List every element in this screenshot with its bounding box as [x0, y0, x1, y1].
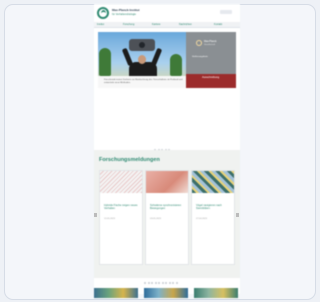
- carousel-dots: [154, 138, 172, 151]
- news-date: 27.04.2023: [196, 218, 207, 220]
- footer-image[interactable]: [94, 288, 138, 298]
- news-title[interactable]: Hybride Fische zeigen neues Verhalten: [104, 204, 139, 211]
- cta-label: Ausschreibung: [202, 76, 220, 79]
- carousel-dot[interactable]: [175, 282, 178, 284]
- carousel-dot[interactable]: [158, 282, 160, 284]
- side-org-sub: Gesellschaft: [204, 44, 216, 46]
- carousel-dot[interactable]: [151, 282, 153, 284]
- carousel-dot[interactable]: [144, 282, 146, 284]
- carousel-dot[interactable]: [147, 282, 150, 284]
- cta-button[interactable]: Ausschreibung: [186, 74, 236, 88]
- news-card[interactable]: Hybride Fische zeigen neues Verhalten 12…: [99, 170, 143, 265]
- hero-banner: Max-Planck Gesellschaft Stellenangebote …: [98, 32, 236, 88]
- hero-side-panel: Max-Planck Gesellschaft Stellenangebote …: [186, 32, 236, 88]
- site-header: Max-Planck-Institut für Verhaltensbiolog…: [94, 4, 240, 22]
- news-section: Forschungsmeldungen Hybride Fische zeige…: [94, 150, 240, 284]
- tree-shape: [99, 48, 111, 76]
- person-head: [138, 55, 146, 64]
- news-title[interactable]: Vögel navigieren nach Sternbildern: [196, 204, 231, 211]
- web-page: Max-Planck-Institut für Verhaltensbiolog…: [94, 4, 240, 294]
- news-card[interactable]: Schwärme synchronisieren Bewegungen 03.0…: [145, 170, 189, 265]
- news-image: [100, 171, 142, 193]
- tree-shape: [170, 54, 182, 76]
- footer-image[interactable]: [194, 288, 238, 298]
- news-image: [192, 171, 234, 193]
- side-logo: Max-Planck Gesellschaft: [196, 40, 226, 51]
- nav-item-karriere[interactable]: Karriere: [152, 23, 161, 26]
- carousel-dot[interactable]: [168, 282, 171, 284]
- logo-icon[interactable]: [97, 7, 109, 19]
- news-card[interactable]: Vögel navigieren nach Sternbildern 27.04…: [191, 170, 235, 265]
- nav-item-kontakt[interactable]: Kontakt: [214, 23, 222, 26]
- next-arrow-icon[interactable]: [236, 213, 239, 217]
- org-name: Max-Planck-Institut: [112, 8, 140, 12]
- nav-item-nachrichten[interactable]: Nachrichten: [179, 23, 192, 26]
- org-subtitle: für Verhaltensbiologie: [112, 13, 137, 16]
- side-caption: Stellenangebote: [192, 56, 208, 58]
- language-switch[interactable]: [220, 10, 232, 14]
- side-org-name: Max-Planck: [204, 40, 217, 43]
- news-date: 03.05.2023: [150, 218, 161, 220]
- carousel-dot[interactable]: [154, 282, 157, 284]
- hero-text: Forschende testen Drohnen zur Beobachtun…: [104, 79, 183, 84]
- main-nav: Institut Forschung Karriere Nachrichten …: [94, 22, 240, 28]
- nav-item-forschung[interactable]: Forschung: [123, 23, 134, 26]
- section-title: Forschungsmeldungen: [99, 157, 160, 163]
- section-dots: [144, 271, 179, 289]
- carousel-dot[interactable]: [161, 282, 164, 284]
- hero-photo[interactable]: [98, 32, 186, 76]
- footer-image-strip: [94, 288, 240, 302]
- person-body: [129, 62, 157, 76]
- news-image: [146, 171, 188, 193]
- footer-image[interactable]: [144, 288, 188, 298]
- mpg-logo-icon: [196, 40, 202, 46]
- nav-item-institut[interactable]: Institut: [97, 23, 104, 26]
- carousel-dot[interactable]: [172, 282, 174, 284]
- news-date: 12.05.2023: [104, 218, 115, 220]
- carousel-dot[interactable]: [165, 282, 167, 284]
- prev-arrow-icon[interactable]: [94, 213, 97, 217]
- news-title[interactable]: Schwärme synchronisieren Bewegungen: [150, 204, 185, 211]
- drone-lens: [139, 42, 145, 48]
